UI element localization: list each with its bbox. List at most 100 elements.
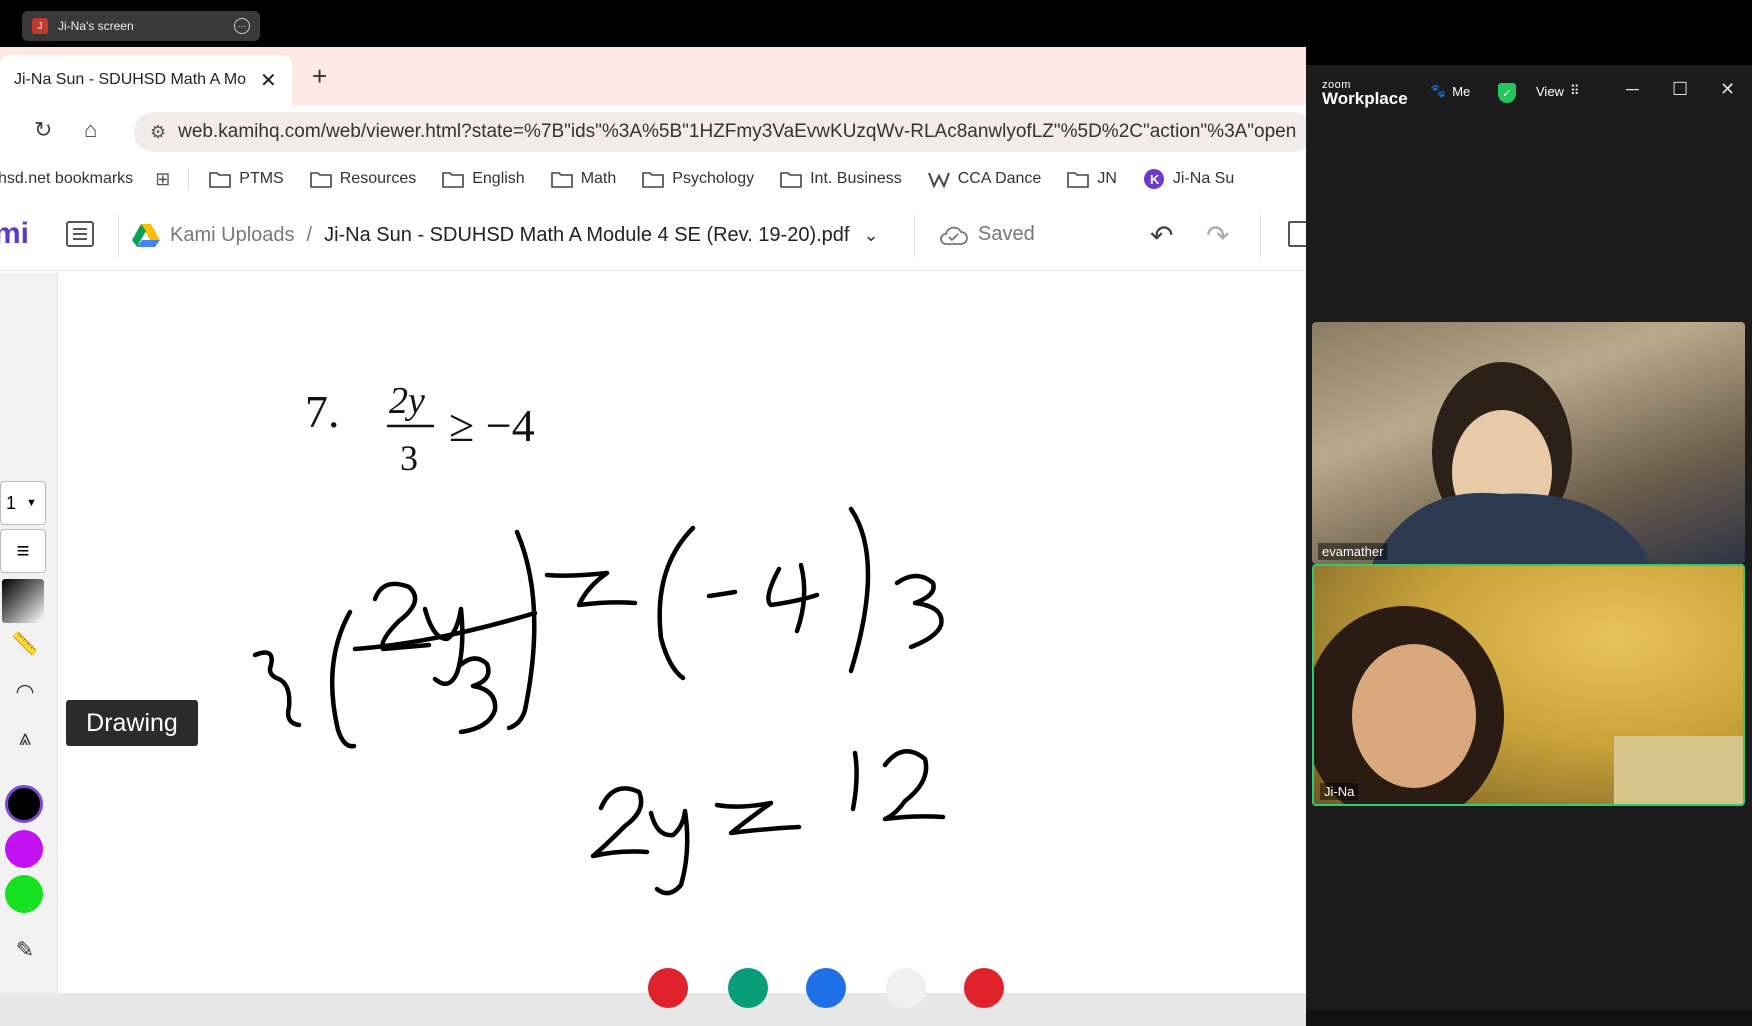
bookmark-resources[interactable]: Resources [309, 170, 416, 188]
stroke-y-bottom [648, 808, 690, 896]
folder-icon [550, 172, 573, 188]
stroke-4a [766, 566, 820, 608]
bookmark-cca-dance[interactable]: CCA Dance [927, 170, 1041, 188]
color-magenta-swatch[interactable] [5, 830, 43, 868]
fraction-numerator: 2y [389, 380, 425, 422]
kami-header: mi Kami Uploads / Ji-Na Sun - SDUHSD Mat… [0, 201, 1306, 271]
fraction-denominator: 3 [400, 438, 418, 478]
opacity-gradient[interactable] [2, 579, 44, 623]
reload-icon[interactable]: ↻ [34, 117, 52, 143]
tool-tooltip: Drawing [66, 700, 198, 746]
screen-share-banner[interactable]: J Ji-Na's screen ··· [22, 11, 260, 41]
security-shield-icon[interactable]: ✓ [1498, 83, 1516, 103]
bookmark-math[interactable]: Math [550, 170, 616, 188]
zoom-logo: zoom Workplace [1322, 79, 1408, 108]
stroke-paren2-close [848, 506, 871, 674]
folder-icon [642, 172, 665, 188]
stroke-1 [850, 750, 859, 812]
zoom-controls-bar [1306, 1010, 1752, 1026]
breadcrumb-folder[interactable]: Kami Uploads [170, 224, 295, 247]
pencil-icon[interactable]: ✎ [4, 937, 46, 963]
participant-video[interactable]: evamather [1312, 322, 1745, 564]
svg-text:K: K [1150, 172, 1160, 187]
grid-icon: ⠿ [1569, 83, 1580, 98]
folder-icon [209, 172, 232, 188]
taskbar-app-icon[interactable] [886, 968, 926, 1008]
pen-size-select[interactable]: 1 ▼ [0, 481, 46, 525]
undo-icon[interactable]: ↶ [1150, 219, 1173, 252]
taskbar-app-icon[interactable] [806, 968, 846, 1008]
bookmarks-bar: hsd.net bookmarks ⊞ PTMS Resources Engli… [0, 157, 1306, 201]
bookmark-english[interactable]: English [442, 170, 525, 188]
apps-grid-icon[interactable]: ⊞ [155, 169, 170, 190]
document-panel-icon[interactable] [1288, 221, 1306, 247]
maximize-icon[interactable]: ☐ [1672, 79, 1688, 100]
color-green-swatch[interactable] [5, 875, 43, 913]
folder-icon [442, 172, 465, 188]
divider [914, 215, 915, 257]
address-bar[interactable]: ⚙ web.kamihq.com/web/viewer.html?state=%… [134, 112, 1306, 152]
folder-icon [780, 172, 802, 188]
url-text: web.kamihq.com/web/viewer.html?state=%7B… [178, 121, 1297, 142]
stroke-left-paren [329, 609, 357, 749]
breadcrumb: Kami Uploads / Ji-Na Sun - SDUHSD Math A… [132, 223, 879, 247]
k-icon: K [1143, 169, 1164, 189]
bookmark-separator [188, 168, 190, 190]
breadcrumb-separator: / [306, 223, 313, 246]
stroke-paren2-open [657, 525, 696, 681]
pdf-page[interactable]: 7. 2y 3 ≥ −4 [59, 273, 1306, 993]
ink-layer: 7. 2y 3 ≥ −4 [252, 380, 946, 896]
ruler-icon[interactable]: 📏 [4, 631, 46, 657]
redo-icon[interactable]: ↷ [1206, 219, 1229, 252]
minimize-icon[interactable]: ─ [1626, 79, 1639, 100]
taskbar-app-icon[interactable] [728, 968, 768, 1008]
participant-video-active[interactable]: Ji-Na [1312, 564, 1745, 806]
folder-icon [1067, 172, 1090, 188]
file-name[interactable]: Ji-Na Sun - SDUHSD Math A Module 4 SE (R… [324, 224, 849, 247]
bookmark-int-business[interactable]: Int. Business [780, 170, 902, 188]
paw-icon: 🐾 [1430, 83, 1447, 98]
folder-icon [309, 172, 332, 188]
stroke-2-right [882, 749, 946, 822]
close-icon[interactable]: ✕ [1720, 79, 1735, 100]
bookmark-ptms[interactable]: PTMS [209, 170, 284, 188]
color-black-swatch[interactable] [5, 785, 43, 823]
bookmark-jn[interactable]: JN [1067, 170, 1117, 188]
kami-logo[interactable]: mi [0, 217, 29, 251]
more-icon[interactable]: ··· [234, 18, 250, 34]
new-tab-button[interactable]: + [312, 61, 327, 92]
view-button[interactable]: View ⠿ [1536, 83, 1579, 99]
bookmark-all[interactable]: hsd.net bookmarks [0, 170, 133, 188]
outline-icon[interactable] [66, 221, 94, 247]
stroke-right-paren [506, 529, 537, 731]
home-icon[interactable]: ⌂ [84, 117, 97, 143]
active-tab[interactable]: Ji-Na Sun - SDUHSD Math A Module 4 SE (R… [0, 55, 292, 105]
compass-icon[interactable]: ⩓ [4, 725, 46, 751]
bookmark-psychology[interactable]: Psychology [642, 170, 754, 188]
w-icon [927, 172, 950, 188]
stroke-3-right [894, 573, 944, 650]
taskbar-app-icon[interactable] [648, 968, 688, 1008]
protractor-icon[interactable]: ◠ [4, 679, 46, 705]
pen-size-value: 1 [6, 492, 17, 513]
saved-label: Saved [978, 223, 1035, 245]
bookmark-ji-na[interactable]: K Ji-Na Su [1143, 168, 1234, 190]
stroke-ge [544, 570, 638, 608]
chevron-down-icon[interactable]: ⌄ [863, 225, 878, 246]
participant-name: evamather [1318, 543, 1388, 560]
tab-strip: Ji-Na Sun - SDUHSD Math A Module 4 SE (R… [0, 47, 1306, 105]
line-style-button[interactable]: ≡ [0, 529, 46, 573]
stroke-3-left [252, 650, 302, 728]
stroke-minus [706, 589, 738, 599]
site-info-icon[interactable]: ⚙ [150, 122, 166, 143]
browser-toolbar: ‹ ↻ ⌂ ⚙ web.kamihq.com/web/viewer.html?s… [0, 105, 1306, 157]
sharer-avatar: J [32, 18, 48, 34]
taskbar-app-icon[interactable] [964, 968, 1004, 1008]
handwriting [252, 506, 946, 896]
me-button[interactable]: 🐾 Me [1430, 83, 1470, 99]
drawing-toolbar: 1 ▼ ≡ 📏 ◠ ⩓ ✎ [0, 273, 58, 993]
divider [118, 215, 119, 257]
browser-window: Ji-Na Sun - SDUHSD Math A Module 4 SE (R… [0, 47, 1306, 1026]
share-label: Ji-Na's screen [58, 19, 134, 33]
close-tab-icon[interactable]: ✕ [260, 68, 277, 93]
